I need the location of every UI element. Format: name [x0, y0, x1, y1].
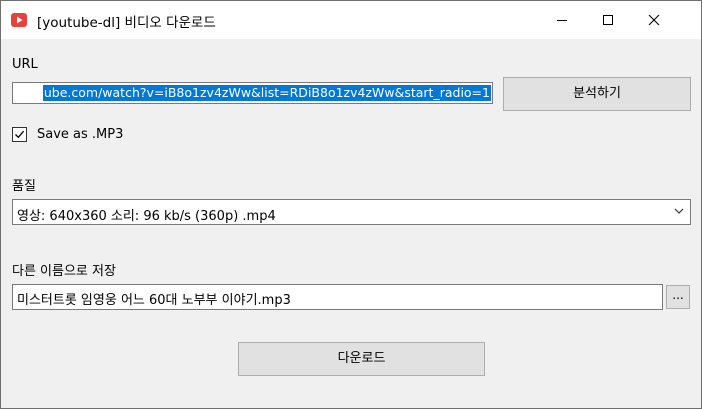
save-mp3-checkbox[interactable] — [12, 127, 27, 142]
checkmark-icon — [15, 130, 25, 139]
close-icon — [648, 14, 660, 26]
save-as-input-value: 미스터트롯 임영웅 어느 60대 노부부 이야기.mp3 — [17, 293, 291, 308]
quality-select[interactable]: 영상: 640x360 소리: 96 kb/s (360p) .mp4 — [12, 199, 691, 225]
maximize-icon — [603, 15, 613, 25]
minimize-button[interactable] — [539, 1, 585, 39]
youtube-play-icon — [11, 13, 27, 27]
quality-label: 품질 — [12, 179, 36, 194]
save-as-input[interactable]: 미스터트롯 임영웅 어느 60대 노부부 이야기.mp3 — [12, 284, 663, 310]
close-button[interactable] — [631, 1, 677, 39]
save-mp3-label[interactable]: Save as .MP3 — [37, 127, 123, 142]
title-bar[interactable]: [youtube-dl] 비디오 다운로드 — [1, 1, 701, 39]
analyze-button[interactable]: 분석하기 — [503, 77, 691, 111]
maximize-button[interactable] — [585, 1, 631, 39]
download-button[interactable]: 다운로드 — [238, 342, 485, 376]
chevron-down-icon — [674, 208, 684, 214]
browse-button[interactable]: ... — [666, 285, 690, 309]
url-label: URL — [12, 57, 38, 72]
minimize-icon — [557, 20, 567, 21]
app-window: [youtube-dl] 비디오 다운로드 URL ube.com/watch?… — [0, 0, 702, 409]
save-as-label: 다른 이름으로 저장 — [12, 264, 116, 279]
url-input[interactable]: ube.com/watch?v=iB8o1zv4zWw&list=RDiB8o1… — [12, 82, 493, 104]
window-title: [youtube-dl] 비디오 다운로드 — [37, 15, 216, 31]
url-input-value: ube.com/watch?v=iB8o1zv4zWw&list=RDiB8o1… — [42, 85, 491, 101]
quality-select-value: 영상: 640x360 소리: 96 kb/s (360p) .mp4 — [17, 209, 276, 224]
